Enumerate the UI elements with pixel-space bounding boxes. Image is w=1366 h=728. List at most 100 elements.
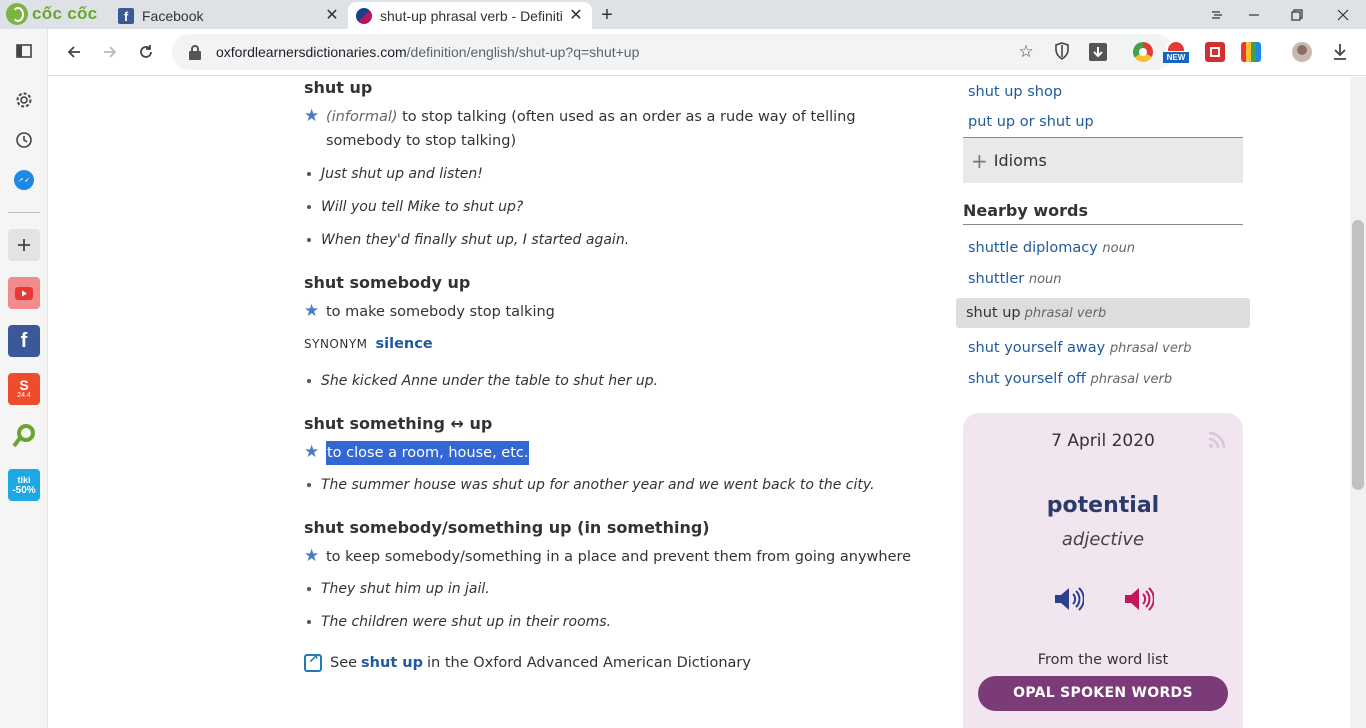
plus-icon: +: [971, 148, 988, 173]
restore-button[interactable]: [1277, 0, 1317, 29]
idiom-link[interactable]: shut up shop: [968, 84, 1062, 100]
shield-icon[interactable]: [1052, 42, 1072, 62]
sense-heading: shut somebody up: [304, 273, 471, 292]
external-link-icon[interactable]: [304, 652, 322, 672]
wotd-date: 7 April 2020: [1051, 431, 1155, 451]
forward-button[interactable]: [96, 38, 124, 66]
facebook-icon[interactable]: f: [8, 325, 40, 357]
see-prefix: See: [330, 655, 358, 671]
wotd-from-label: From the word list: [1037, 652, 1169, 668]
url-path: /definition/english/shut-up?q=shut+up: [406, 44, 640, 60]
red-extension-icon[interactable]: [1205, 42, 1225, 62]
messenger-icon[interactable]: [8, 164, 40, 196]
idiom-link[interactable]: put up or shut up: [968, 114, 1094, 130]
page-scrollbar[interactable]: [1350, 77, 1366, 728]
nearby-word-text: shuttle diplomacy: [968, 240, 1098, 256]
nearby-words-title: Nearby words: [963, 201, 1089, 220]
nearby-word[interactable]: shuttler noun: [968, 271, 1062, 287]
nearby-word-pos: phrasal verb: [1024, 305, 1107, 321]
close-window-button[interactable]: [1323, 0, 1363, 29]
new-extension-icon[interactable]: NEW: [1163, 42, 1189, 63]
lock-icon[interactable]: [186, 43, 204, 61]
word-of-the-day-card: 7 April 2020 potential adjective From th…: [963, 413, 1243, 728]
close-icon[interactable]: ✕: [324, 7, 340, 24]
youtube-icon[interactable]: [8, 277, 40, 309]
tab-oxford[interactable]: shut-up phrasal verb - Definiti ✕: [348, 2, 592, 29]
audio-uk-icon[interactable]: [1052, 583, 1085, 615]
add-icon[interactable]: [8, 229, 40, 261]
example: She kicked Anne under the table to shut …: [307, 373, 658, 389]
nearby-word-text: shuttler: [968, 271, 1025, 287]
sidebar-divider: [8, 212, 40, 213]
example: Just shut up and listen!: [307, 166, 483, 182]
cococ-icon[interactable]: [8, 419, 40, 451]
example-text: Just shut up and listen!: [321, 166, 483, 182]
nearby-word[interactable]: shuttle diplomacy noun: [968, 240, 1135, 256]
tab-title: Facebook: [142, 7, 204, 24]
bookmark-star-icon[interactable]: ☆: [1016, 42, 1036, 62]
nearby-word-pos: phrasal verb: [1109, 341, 1192, 356]
opal-spoken-words-button[interactable]: OPAL SPOKEN WORDS: [978, 676, 1228, 711]
sense-definition: ★ to close a room, house, etc.: [304, 441, 934, 465]
coccoc-logo-icon: [6, 3, 28, 25]
settings-icon[interactable]: [8, 84, 40, 116]
nearby-word-pos: noun: [1102, 241, 1136, 256]
nearby-word-text: shut yourself off: [968, 371, 1086, 387]
tab-search-icon[interactable]: [1197, 0, 1237, 29]
wotd-pos: adjective: [1061, 529, 1145, 550]
oxford-icon: [356, 7, 372, 24]
downloads-icon[interactable]: [1330, 42, 1350, 62]
example-text: Will you tell Mike to shut up?: [321, 199, 524, 215]
nearby-word-text: shut yourself away: [968, 340, 1106, 356]
selected-definition[interactable]: to close a room, house, etc.: [326, 441, 530, 465]
history-icon[interactable]: [8, 124, 40, 156]
sense-heading: shut somebody/something up (in something…: [304, 518, 710, 537]
address-bar[interactable]: oxfordlearnersdictionaries.com/definitio…: [172, 34, 1174, 70]
sense-definition: ★ (informal) to stop talking (often used…: [304, 105, 934, 153]
tiki-icon[interactable]: tiki -50%: [8, 469, 40, 501]
panel-icon[interactable]: [8, 35, 40, 67]
download-page-icon[interactable]: [1088, 42, 1108, 62]
wotd-word[interactable]: potential: [963, 493, 1243, 518]
nearby-word[interactable]: shut yourself off phrasal verb: [968, 371, 1172, 387]
sense-heading: shut something ↔ up: [304, 414, 493, 433]
star-icon: ★: [304, 442, 320, 462]
example-text: When they'd finally shut up, I started a…: [321, 232, 630, 248]
see-also-link[interactable]: shut up: [361, 655, 423, 671]
url-text: oxfordlearnersdictionaries.com/definitio…: [216, 44, 639, 60]
avatar[interactable]: [1292, 42, 1312, 62]
nearby-word-current[interactable]: shut up phrasal verb: [956, 298, 1250, 328]
synonym: SYNONYM silence: [304, 336, 433, 352]
minimize-button[interactable]: [1234, 0, 1274, 29]
nearby-word[interactable]: shut yourself away phrasal verb: [968, 340, 1191, 356]
see-also: See shut up in the Oxford Advanced Ameri…: [304, 652, 751, 672]
back-button[interactable]: [60, 38, 88, 66]
reload-button[interactable]: [132, 38, 160, 66]
tab-facebook[interactable]: f Facebook ✕: [110, 2, 348, 29]
browser-toolbar: oxfordlearnersdictionaries.com/definitio…: [48, 29, 1366, 76]
shopee-icon[interactable]: S 24.4: [8, 373, 40, 405]
definition: to keep somebody/something in a place an…: [326, 549, 912, 565]
url-host: oxfordlearnersdictionaries.com: [216, 44, 407, 60]
close-icon[interactable]: ✕: [568, 7, 584, 24]
star-icon: ★: [304, 546, 320, 566]
nearby-word-text: shut up: [966, 305, 1021, 321]
idioms-toggle[interactable]: + Idioms: [963, 138, 1243, 183]
browser-brand[interactable]: cốc cốc: [6, 3, 97, 25]
new-badge: NEW: [1163, 52, 1189, 63]
nearby-word-pos: phrasal verb: [1090, 372, 1173, 387]
definition: to stop talking (often used as an order …: [326, 109, 856, 149]
scroll-thumb[interactable]: [1352, 220, 1364, 490]
example: When they'd finally shut up, I started a…: [307, 232, 629, 248]
example-text: They shut him up in jail.: [321, 581, 490, 597]
rss-icon[interactable]: [1208, 431, 1226, 449]
example-text: The children were shut up in their rooms…: [321, 614, 612, 630]
synonym-label: SYNONYM: [304, 337, 368, 351]
definition-text: (informal) to stop talking (often used a…: [326, 105, 934, 153]
color-extension-icon[interactable]: [1241, 42, 1261, 62]
synonym-link[interactable]: silence: [376, 336, 433, 352]
new-tab-button[interactable]: +: [596, 4, 618, 26]
audio-us-icon[interactable]: [1122, 583, 1155, 615]
chrome-extension-icon[interactable]: [1133, 42, 1153, 62]
star-icon: ★: [304, 106, 320, 126]
